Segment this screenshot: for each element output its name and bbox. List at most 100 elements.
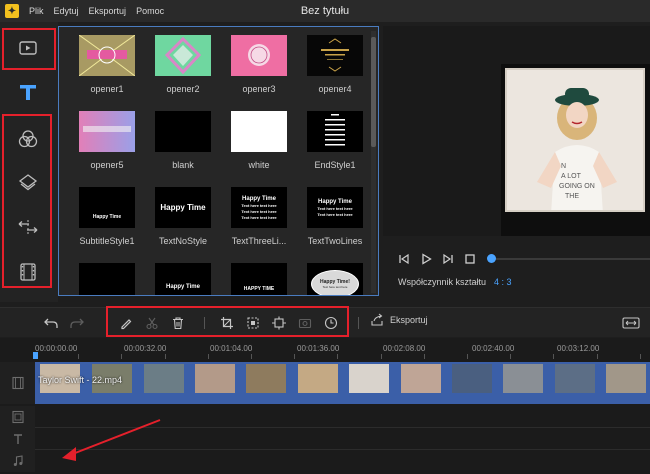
ruler-tick [640,354,641,359]
template-label: TextThreeLi... [231,236,287,246]
ruler-tick [208,354,209,359]
menu-edit[interactable]: Edytuj [54,6,79,16]
film-icon [20,263,36,281]
ruler-tick-label: 00:02:40.00 [472,344,515,353]
template-thumb-text: Happy Time [160,203,206,212]
sidebar-item-transitions[interactable] [4,210,52,244]
aspect-ratio-label: Współczynnik kształtu [398,277,487,287]
previous-frame-button[interactable] [395,250,413,268]
template-thumb [307,111,363,152]
fit-width-icon [622,317,640,329]
template-label: blank [172,160,194,170]
export-button[interactable]: Eksportuj [370,313,428,327]
playhead[interactable] [33,352,38,359]
template-thumb-line: Text here text here [241,202,277,208]
play-button[interactable] [417,250,435,268]
template-thumb-line: Text here text here [241,208,277,214]
template-thumb: HAPPY TIME [231,263,287,295]
ruler-tick-label: 00:02:08.00 [383,344,426,353]
template-row4-2[interactable]: Happy Time [149,263,217,295]
template-opener5[interactable]: opener5 [73,111,141,170]
template-thumb [231,35,287,76]
pencil-icon [121,319,132,330]
redo-icon [70,318,84,328]
template-subtitlestyle1[interactable]: Happy Time SubtitleStyle1 [73,187,141,246]
template-thumb-line: Text here text here [317,205,353,211]
template-textthreelines[interactable]: Happy Time Text here text here Text here… [225,187,293,246]
sidebar-item-media[interactable] [4,30,52,66]
template-label: opener1 [90,84,124,94]
template-blank[interactable]: blank [149,111,217,170]
ruler-tick [251,354,252,359]
clip-frame [606,364,646,393]
freeze-frame-button[interactable] [270,314,288,332]
playback-progress-handle[interactable] [487,254,496,263]
cut-button[interactable] [143,314,161,332]
edit-button[interactable] [117,314,135,332]
aspect-ratio-value[interactable]: 4 : 3 [494,277,512,287]
svg-text:GOING ON: GOING ON [559,183,595,190]
video-clip[interactable] [35,362,650,404]
template-scrollbar-thumb[interactable] [371,37,376,147]
next-frame-button[interactable] [439,250,457,268]
track-divider [35,427,650,428]
mosaic-button[interactable] [244,314,262,332]
template-texttwolines[interactable]: Happy Time Text here text here Text here… [301,187,369,246]
fit-timeline-button[interactable] [622,314,640,332]
playback-progress-track[interactable] [491,258,650,260]
template-label: opener3 [242,84,276,94]
template-thumb [155,35,211,76]
preview-canvas: N A LOT GOING ON THE [501,64,650,236]
template-thumb-text: HAPPY TIME [243,285,275,292]
ruler-tick-label: 00:00:32.00 [124,344,167,353]
ruler-tick [381,354,382,359]
template-opener4[interactable]: opener4 [301,35,369,94]
preview-image: N A LOT GOING ON THE [505,68,645,212]
template-white[interactable]: white [225,111,293,170]
clip-frame [452,364,492,393]
timeline-ruler[interactable]: 00:00:00.00 00:00:32.00 00:01:04.00 00:0… [35,340,650,360]
ruler-tick-label: 00:00:00.00 [35,344,78,353]
clip-frame [246,364,286,393]
menu-export[interactable]: Eksportuj [89,6,127,16]
template-row4-1[interactable]: ▬▬▬▬ [73,263,141,295]
stop-button[interactable] [461,250,479,268]
video-track-header [0,362,35,404]
template-row4-3[interactable]: HAPPY TIME [225,263,293,295]
toolbar-separator [204,317,205,329]
template-label: TextNoStyle [158,236,208,246]
crop-button[interactable] [218,314,236,332]
template-thumb-line: Happy Time [318,198,352,205]
freeze-frame-icon [272,316,286,330]
sidebar-item-film[interactable] [4,255,52,289]
duration-button[interactable] [322,314,340,332]
redo-button[interactable] [68,314,86,332]
menu-help[interactable]: Pomoc [136,6,164,16]
snapshot-button[interactable] [296,314,314,332]
menu-bar: ✦ Plik Edytuj Eksportuj Pomoc Bez tytułu [0,0,650,22]
template-thumb-text: Happy Time [92,214,122,220]
stop-icon [465,254,475,264]
template-opener2[interactable]: opener2 [149,35,217,94]
ruler-tick [467,354,468,359]
play-icon [422,253,432,265]
edit-toolbar [0,307,650,337]
template-row4-4[interactable]: Happy Time! Text here text here [301,263,369,295]
template-textnostyle[interactable]: Happy Time TextNoStyle [149,187,217,246]
svg-text:N: N [561,163,566,170]
template-opener1[interactable]: opener1 [73,35,141,94]
menu-file[interactable]: Plik [29,6,44,16]
undo-button[interactable] [42,314,60,332]
ruler-tick-label: 00:03:12.00 [557,344,600,353]
template-label: opener2 [166,84,200,94]
template-thumb: Happy Time [79,187,135,228]
ruler-tick [337,354,338,359]
music-track-header [0,450,35,472]
sidebar-item-overlays[interactable] [4,166,52,200]
media-icon [19,41,37,55]
sidebar-item-filters[interactable] [4,122,52,156]
delete-button[interactable] [169,314,187,332]
sidebar-item-text[interactable] [4,72,52,112]
template-endstyle1[interactable]: EndStyle1 [301,111,369,170]
template-opener3[interactable]: opener3 [225,35,293,94]
